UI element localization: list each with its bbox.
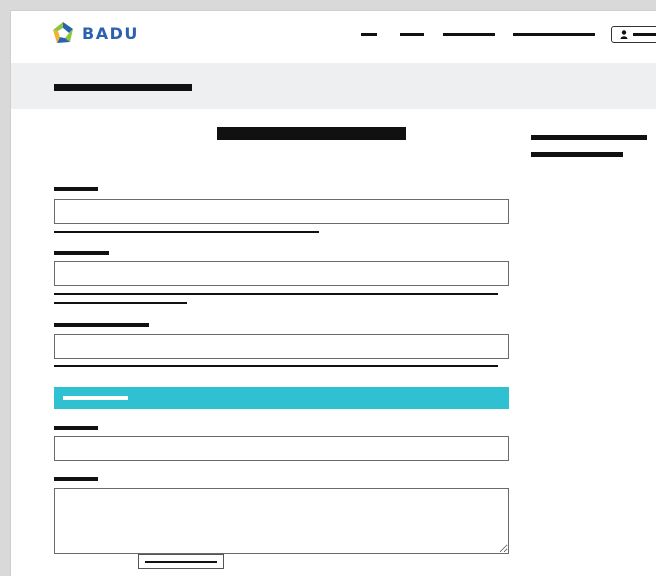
user-icon (620, 30, 628, 39)
site-header: BADU (11, 11, 656, 63)
field-1-label (54, 187, 98, 191)
field-3-label (54, 323, 149, 327)
sidebar-link-1[interactable] (531, 135, 647, 140)
field-2-label (54, 251, 109, 255)
section-heading-text (63, 396, 128, 400)
breadcrumb[interactable] (54, 84, 192, 91)
field-2-hint-line-1 (54, 293, 498, 295)
nav-item-3[interactable] (443, 33, 495, 36)
account-button[interactable] (611, 26, 656, 43)
field-1-input[interactable] (54, 199, 509, 224)
page-header-band (11, 63, 656, 109)
browser-window: BADU (10, 10, 656, 576)
message-label (54, 477, 98, 481)
field-3-input[interactable] (54, 334, 509, 359)
nav-item-4[interactable] (513, 33, 595, 36)
field-2-hint-line-2 (54, 302, 187, 304)
nav-item-1[interactable] (361, 33, 377, 36)
field-4-input[interactable] (54, 436, 509, 461)
message-textarea[interactable] (54, 488, 509, 554)
brand-name: BADU (82, 23, 139, 43)
field-4-label (54, 426, 98, 430)
page-title (217, 127, 406, 140)
submit-button[interactable] (138, 554, 224, 569)
sidebar-link-2[interactable] (531, 152, 623, 157)
field-2-input[interactable] (54, 261, 509, 286)
field-1-hint (54, 231, 319, 233)
logo-mark-icon (53, 22, 73, 43)
nav-item-2[interactable] (400, 33, 424, 36)
account-label (633, 33, 656, 36)
section-heading (54, 387, 509, 409)
site-logo[interactable]: BADU (51, 21, 139, 45)
submit-button-label (145, 561, 217, 563)
field-3-hint (54, 365, 498, 367)
